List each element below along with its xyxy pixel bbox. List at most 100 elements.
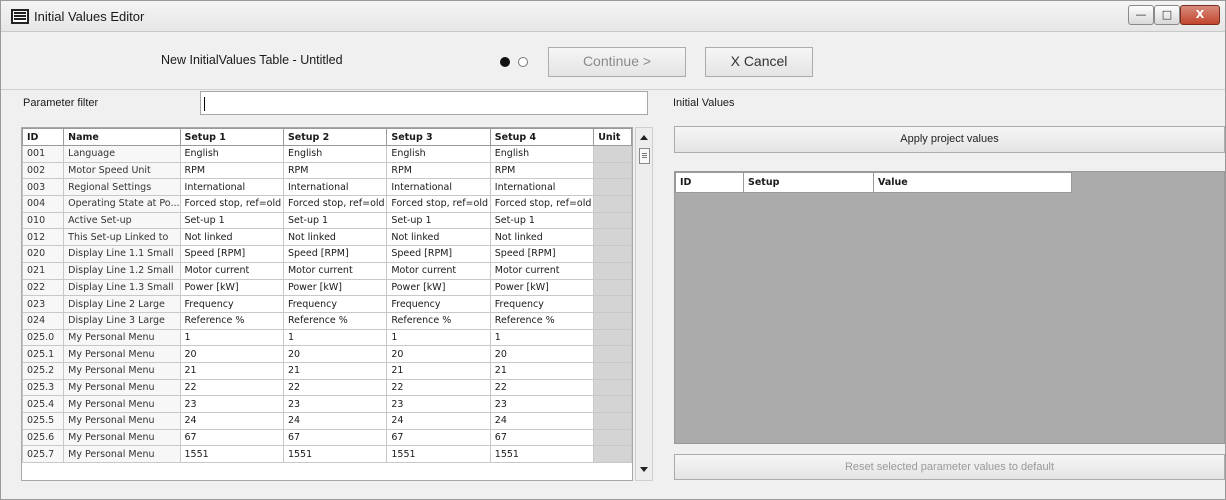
setup-1-cell[interactable]: Set-up 1 (179, 211, 284, 230)
table-row[interactable]: 022 Display Line 1.3 Small Power [kW] Power… (22, 278, 632, 297)
parameter-table-scrollbar[interactable] (635, 127, 653, 481)
param-id-cell[interactable]: 023 (22, 295, 65, 313)
setup-4-cell[interactable]: 1551 (489, 445, 595, 464)
apply-project-values-button[interactable]: Apply project values (674, 126, 1225, 153)
reset-to-default-button[interactable]: Reset selected parameter values to defau… (674, 454, 1225, 480)
param-id-cell[interactable]: 001 (22, 145, 65, 163)
continue-button[interactable]: Continue > (548, 47, 686, 77)
table-row[interactable]: 025.2 My Personal Menu 21 21 21 21 (22, 361, 632, 380)
table-row[interactable]: 012 This Set-up Linked to Not linked Not li… (22, 228, 632, 247)
setup-3-cell[interactable]: Not linked (386, 228, 491, 247)
setup-2-cell[interactable]: 22 (282, 378, 388, 397)
setup-4-cell[interactable]: Set-up 1 (489, 211, 595, 230)
table-row[interactable]: 002 Motor Speed Unit RPM RPM RPM RPM (22, 161, 632, 180)
setup-4-cell[interactable]: RPM (489, 161, 595, 180)
setup-1-cell[interactable]: Motor current (179, 261, 284, 280)
setup-1-cell[interactable]: English (179, 145, 284, 163)
param-id-cell[interactable]: 010 (22, 211, 65, 230)
param-id-cell[interactable]: 003 (22, 178, 65, 197)
setup-4-cell[interactable]: Motor current (489, 261, 595, 280)
table-row[interactable]: 001 Language English English English English (22, 145, 632, 163)
setup-2-cell[interactable]: Not linked (282, 228, 388, 247)
iv-col-header-value[interactable]: Value (873, 172, 1072, 193)
setup-3-cell[interactable]: RPM (386, 161, 491, 180)
setup-4-cell[interactable]: Not linked (489, 228, 595, 247)
setup-4-cell[interactable]: 24 (489, 412, 595, 430)
setup-1-cell[interactable]: 22 (179, 378, 284, 397)
unit-cell[interactable] (593, 445, 632, 464)
param-name-cell[interactable]: My Personal Menu (63, 428, 181, 447)
setup-1-cell[interactable]: Speed [RPM] (179, 245, 284, 263)
parameter-filter-input[interactable] (200, 91, 648, 115)
setup-3-cell[interactable]: 67 (386, 428, 491, 447)
setup-2-cell[interactable]: Speed [RPM] (282, 245, 388, 263)
unit-cell[interactable] (593, 311, 632, 330)
setup-1-cell[interactable]: Frequency (179, 295, 284, 313)
setup-1-cell[interactable]: Forced stop, ref=old (179, 195, 284, 213)
param-name-cell[interactable]: Display Line 3 Large (63, 311, 181, 330)
table-row[interactable]: 003 Regional Settings International Interna… (22, 178, 632, 197)
param-name-cell[interactable]: Regional Settings (63, 178, 181, 197)
setup-2-cell[interactable]: 67 (282, 428, 388, 447)
col-header-setup-1[interactable]: Setup 1 (179, 128, 284, 146)
setup-3-cell[interactable]: English (386, 145, 491, 163)
setup-1-cell[interactable]: International (179, 178, 284, 197)
close-button[interactable]: X (1180, 5, 1220, 25)
unit-cell[interactable] (593, 161, 632, 180)
unit-cell[interactable] (593, 145, 632, 163)
param-id-cell[interactable]: 025.7 (22, 445, 65, 464)
setup-4-cell[interactable]: English (489, 145, 595, 163)
setup-3-cell[interactable]: Frequency (386, 295, 491, 313)
param-name-cell[interactable]: My Personal Menu (63, 328, 181, 347)
unit-cell[interactable] (593, 195, 632, 213)
setup-4-cell[interactable]: Speed [RPM] (489, 245, 595, 263)
col-header-id[interactable]: ID (22, 128, 65, 146)
unit-cell[interactable] (593, 261, 632, 280)
setup-2-cell[interactable]: International (282, 178, 388, 197)
param-id-cell[interactable]: 025.2 (22, 361, 65, 380)
setup-1-cell[interactable]: 21 (179, 361, 284, 380)
scroll-up-arrow-icon[interactable] (640, 135, 648, 140)
param-id-cell[interactable]: 020 (22, 245, 65, 263)
param-id-cell[interactable]: 024 (22, 311, 65, 330)
setup-4-cell[interactable]: Power [kW] (489, 278, 595, 297)
setup-1-cell[interactable]: 20 (179, 345, 284, 363)
setup-4-cell[interactable]: 22 (489, 378, 595, 397)
setup-2-cell[interactable]: 20 (282, 345, 388, 363)
param-name-cell[interactable]: Display Line 1.2 Small (63, 261, 181, 280)
param-name-cell[interactable]: My Personal Menu (63, 345, 181, 363)
unit-cell[interactable] (593, 361, 632, 380)
table-row[interactable]: 024 Display Line 3 Large Reference % Refere… (22, 311, 632, 330)
table-row[interactable]: 025.0 My Personal Menu 1 1 1 1 (22, 328, 632, 347)
setup-1-cell[interactable]: Reference % (179, 311, 284, 330)
param-id-cell[interactable]: 022 (22, 278, 65, 297)
setup-2-cell[interactable]: 1551 (282, 445, 388, 464)
param-name-cell[interactable]: Motor Speed Unit (63, 161, 181, 180)
setup-4-cell[interactable]: Frequency (489, 295, 595, 313)
param-id-cell[interactable]: 002 (22, 161, 65, 180)
param-name-cell[interactable]: My Personal Menu (63, 445, 181, 464)
setup-1-cell[interactable]: 23 (179, 395, 284, 413)
setup-3-cell[interactable]: 20 (386, 345, 491, 363)
param-name-cell[interactable]: Display Line 1.3 Small (63, 278, 181, 297)
unit-cell[interactable] (593, 211, 632, 230)
setup-1-cell[interactable]: 1551 (179, 445, 284, 464)
initial-values-table[interactable]: ID Setup Value (674, 171, 1225, 444)
setup-1-cell[interactable]: 24 (179, 412, 284, 430)
param-id-cell[interactable]: 025.4 (22, 395, 65, 413)
setup-2-cell[interactable]: Motor current (282, 261, 388, 280)
unit-cell[interactable] (593, 428, 632, 447)
setup-3-cell[interactable]: Set-up 1 (386, 211, 491, 230)
setup-3-cell[interactable]: 21 (386, 361, 491, 380)
setup-4-cell[interactable]: 23 (489, 395, 595, 413)
setup-2-cell[interactable]: 23 (282, 395, 388, 413)
setup-3-cell[interactable]: Motor current (386, 261, 491, 280)
param-name-cell[interactable]: My Personal Menu (63, 395, 181, 413)
param-name-cell[interactable]: Operating State at Po... (63, 195, 181, 213)
setup-3-cell[interactable]: 24 (386, 412, 491, 430)
param-id-cell[interactable]: 025.6 (22, 428, 65, 447)
setup-4-cell[interactable]: 21 (489, 361, 595, 380)
param-id-cell[interactable]: 025.1 (22, 345, 65, 363)
param-id-cell[interactable]: 021 (22, 261, 65, 280)
param-id-cell[interactable]: 025.3 (22, 378, 65, 397)
